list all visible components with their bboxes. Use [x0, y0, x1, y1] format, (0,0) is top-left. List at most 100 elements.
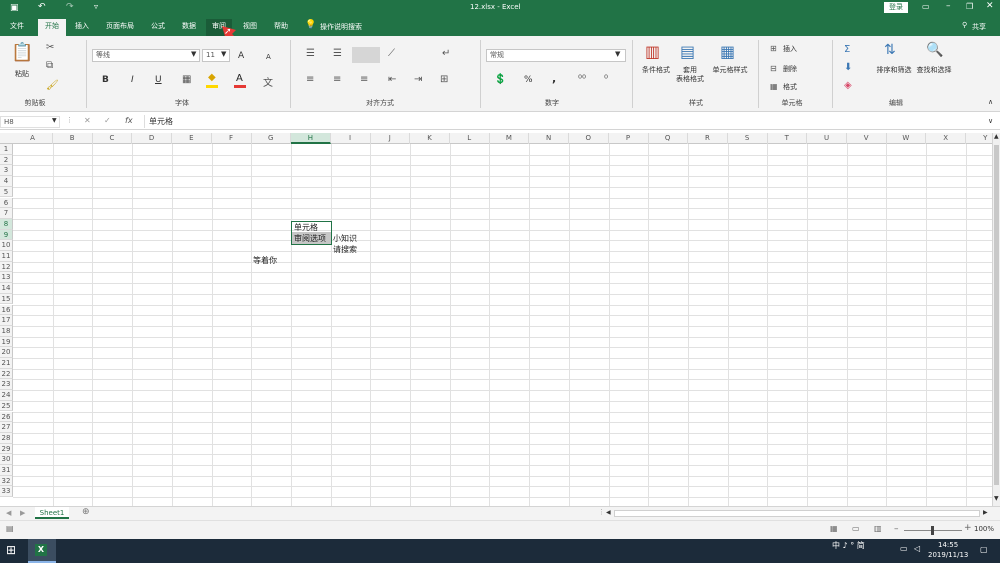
italic-button[interactable]: I	[131, 76, 134, 85]
table-format-label-line1[interactable]: 套用	[676, 66, 704, 75]
scroll-down-icon[interactable]: ▼	[994, 495, 999, 502]
row-header-14[interactable]: 14	[0, 283, 13, 294]
orientation-icon[interactable]: ⟋	[388, 48, 395, 59]
column-header-d[interactable]: D	[132, 133, 173, 144]
column-header-l[interactable]: L	[450, 133, 490, 144]
phonetic-icon[interactable]: 文	[263, 74, 273, 89]
column-header-w[interactable]: W	[886, 133, 927, 144]
row-header-19[interactable]: 19	[0, 336, 13, 348]
formula-input[interactable]: 单元格	[144, 115, 984, 128]
collapse-ribbon-icon[interactable]: ∧	[988, 98, 993, 106]
row-header-29[interactable]: 29	[0, 443, 13, 455]
ime-indicator[interactable]: 中 ♪ ° 简	[832, 540, 865, 551]
insert-function-icon[interactable]: fx	[125, 116, 133, 125]
worksheet-grid[interactable]: ABCDEFGHIJKLMNOPQRSTUVWXY 1 2 3 4 5 6 7 8 9 10 11 1…	[0, 133, 992, 506]
cell-i9[interactable]: 小知识	[333, 233, 357, 244]
column-header-o[interactable]: O	[569, 133, 609, 144]
volume-icon[interactable]: ◁	[914, 544, 920, 553]
font-color-button[interactable]: A	[236, 74, 243, 84]
comma-button[interactable]: ,	[552, 73, 556, 84]
column-header-v[interactable]: V	[847, 133, 887, 144]
scroll-left-icon[interactable]: ◀	[606, 509, 611, 516]
minimize-icon[interactable]: –	[946, 1, 951, 11]
align-center-icon[interactable]: ≡	[333, 74, 341, 85]
row-header-28[interactable]: 28	[0, 432, 13, 444]
cell-h9[interactable]: 审阅选项	[294, 233, 326, 244]
windows-start-icon[interactable]: ⊞	[6, 543, 16, 557]
next-sheet-icon[interactable]: ▶	[20, 509, 25, 517]
underline-button[interactable]: U	[155, 76, 162, 85]
cell-styles-label[interactable]: 单元格样式	[710, 66, 750, 75]
tab-help[interactable]: 帮助	[269, 19, 293, 36]
fill-icon[interactable]: ⬇	[844, 62, 852, 73]
network-icon[interactable]: ▭	[900, 544, 908, 553]
format-cells-icon[interactable]: ▦	[770, 82, 778, 91]
column-header-y[interactable]: Y	[966, 133, 992, 144]
row-header-11[interactable]: 11	[0, 251, 13, 262]
column-header-a[interactable]: A	[13, 133, 53, 144]
row-header-27[interactable]: 27	[0, 422, 13, 433]
page-layout-view-icon[interactable]: ▭	[852, 524, 860, 533]
share-icon[interactable]: ⚲	[962, 21, 967, 29]
row-header-9[interactable]: 9	[0, 229, 13, 241]
column-header-h[interactable]: H	[290, 133, 331, 144]
scroll-right-icon[interactable]: ▶	[983, 509, 988, 516]
fill-color-icon[interactable]: ◆	[208, 72, 216, 83]
column-header-r[interactable]: R	[688, 133, 728, 144]
column-header-j[interactable]: J	[370, 133, 411, 144]
decrease-font-button[interactable]: A	[266, 53, 271, 62]
prev-sheet-icon[interactable]: ◀	[6, 509, 11, 517]
maximize-icon[interactable]: ❐	[966, 2, 973, 11]
customize-qat-icon[interactable]: ▿	[94, 2, 98, 11]
zoom-level[interactable]: 100%	[974, 525, 994, 533]
tell-me-search[interactable]: 操作说明搜索	[320, 22, 362, 32]
increase-indent-icon[interactable]: ⇥	[414, 74, 422, 85]
align-top-icon[interactable]: ☰	[306, 48, 315, 59]
row-header-32[interactable]: 32	[0, 475, 13, 487]
cut-icon[interactable]: ✂	[46, 42, 54, 53]
row-header-12[interactable]: 12	[0, 261, 13, 273]
border-icon[interactable]: ▦	[182, 74, 191, 85]
row-header-5[interactable]: 5	[0, 186, 13, 198]
decrease-indent-icon[interactable]: ⇤	[388, 74, 396, 85]
zoom-out-icon[interactable]: –	[894, 524, 899, 534]
delete-cells-button[interactable]: 删除	[783, 65, 797, 74]
column-header-n[interactable]: N	[529, 133, 570, 144]
row-header-10[interactable]: 10	[0, 240, 13, 251]
row-header-8[interactable]: 8	[0, 218, 13, 230]
name-box[interactable]: H8	[0, 116, 60, 128]
find-select-icon[interactable]: 🔍	[926, 42, 943, 58]
currency-icon[interactable]: 💲	[494, 74, 506, 85]
row-header-30[interactable]: 30	[0, 454, 13, 465]
scroll-thumb[interactable]	[994, 145, 999, 485]
tab-home[interactable]: 开始	[38, 19, 66, 36]
expand-formula-icon[interactable]: ∨	[988, 117, 993, 125]
align-bottom-button[interactable]	[352, 47, 380, 63]
zoom-slider-thumb[interactable]	[931, 526, 934, 535]
sort-filter-icon[interactable]: ⇅	[884, 42, 896, 58]
row-header-20[interactable]: 20	[0, 347, 13, 358]
column-header-m[interactable]: M	[489, 133, 530, 144]
row-header-2[interactable]: 2	[0, 154, 13, 166]
column-header-b[interactable]: B	[53, 133, 93, 144]
login-button[interactable]: 登录	[884, 2, 908, 13]
row-header-22[interactable]: 22	[0, 368, 13, 380]
tab-insert[interactable]: 插入	[70, 19, 94, 36]
tab-formulas[interactable]: 公式	[146, 19, 170, 36]
align-right-icon[interactable]: ≡	[360, 74, 368, 85]
column-header-k[interactable]: K	[410, 133, 450, 144]
format-cells-button[interactable]: 格式	[783, 83, 797, 92]
redo-icon[interactable]: ↷	[66, 2, 74, 12]
font-name-select[interactable]: 等线	[92, 49, 200, 62]
row-header-4[interactable]: 4	[0, 176, 13, 187]
ribbon-display-icon[interactable]: ▭	[922, 2, 930, 11]
cell-i10[interactable]: 请搜索	[333, 244, 357, 255]
row-header-23[interactable]: 23	[0, 379, 13, 391]
autosum-icon[interactable]: Σ	[844, 44, 850, 55]
row-header-6[interactable]: 6	[0, 197, 13, 209]
row-header-15[interactable]: 15	[0, 293, 13, 305]
row-header-25[interactable]: 25	[0, 400, 13, 412]
paste-label[interactable]: 粘贴	[10, 70, 34, 79]
column-header-p[interactable]: P	[609, 133, 649, 144]
row-header-33[interactable]: 33	[0, 486, 13, 498]
